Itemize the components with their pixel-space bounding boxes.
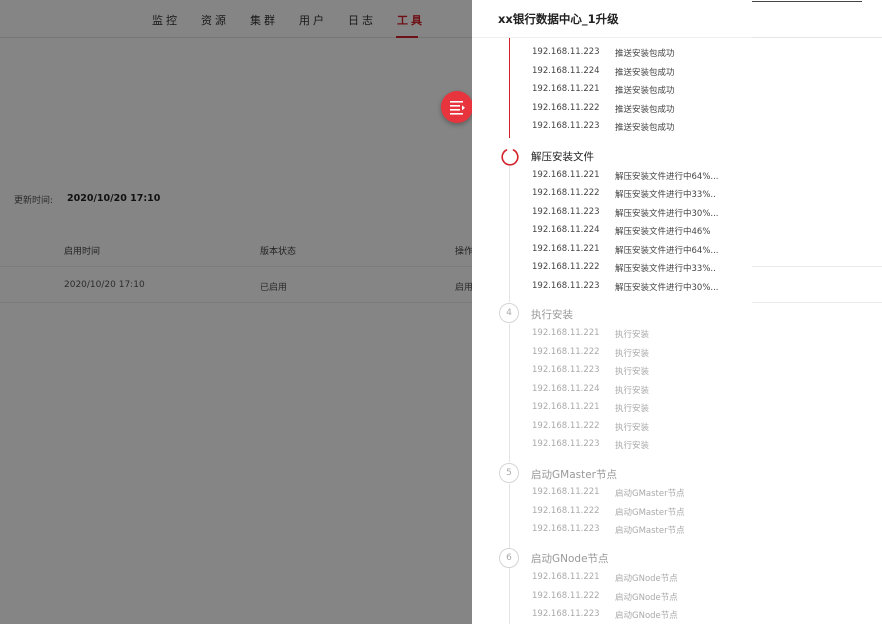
install-entry-status: 执行安装 [615,367,650,377]
step-number-6: 6 [499,548,519,568]
push-entry-status: 推送安装包成功 [615,86,675,96]
install-entry-ip: 192.168.11.223 [532,439,600,449]
upgrade-progress-drawer: xx银行数据中心_1升级 192.168.11.223 推送安装包成功 192.… [472,0,752,624]
gmaster-entry-status: 启动GMaster节点 [615,489,685,499]
push-entry-status: 推送安装包成功 [615,123,675,133]
install-entry-status: 执行安装 [615,386,650,396]
install-entry-ip: 192.168.11.221 [532,402,600,412]
install-entry-ip: 192.168.11.224 [532,384,600,394]
step-title-decompress: 解压安装文件 [531,151,594,163]
timeline-connector [509,568,510,624]
gnode-entry-ip: 192.168.11.221 [532,572,600,582]
step-title-start-gmaster: 启动GMaster节点 [531,469,617,481]
push-entry-status: 推送安装包成功 [615,49,675,59]
divider [752,1,862,2]
drawer-title-divider [472,37,752,38]
drawer-title: xx银行数据中心_1升级 [498,12,619,26]
timeline-connector-completed [509,38,510,138]
drawer-toggle-button[interactable] [441,91,473,123]
decompress-entry-ip: 192.168.11.222 [532,188,600,198]
decompress-entry-status: 解压安装文件进行中64%... [615,172,719,182]
push-entry-ip: 192.168.11.223 [532,121,600,131]
spinner-icon [501,149,519,166]
push-entry-ip: 192.168.11.221 [532,84,600,94]
decompress-entry-status: 解压安装文件进行中30%... [615,209,719,219]
install-entry-ip: 192.168.11.222 [532,421,600,431]
timeline-connector [509,484,510,548]
decompress-entry-status: 解压安装文件进行中33%.. [615,264,716,274]
gnode-entry-ip: 192.168.11.223 [532,609,600,619]
decompress-entry-status: 解压安装文件进行中30%... [615,283,719,293]
list-collapse-icon [450,101,465,115]
install-entry-status: 执行安装 [615,423,650,433]
timeline-connector [509,324,510,462]
decompress-entry-ip: 192.168.11.223 [532,207,600,217]
timeline-connector [509,166,510,302]
decompress-entry-status: 解压安装文件进行中33%.. [615,190,716,200]
decompress-entry-ip: 192.168.11.221 [532,170,600,180]
decompress-entry-status: 解压安装文件进行中64%... [615,246,719,256]
gmaster-entry-status: 启动GMaster节点 [615,508,685,518]
step-number-5: 5 [499,463,519,483]
push-entry-ip: 192.168.11.223 [532,47,600,57]
gmaster-entry-ip: 192.168.11.221 [532,487,600,497]
decompress-entry-status: 解压安装文件进行中46% [615,227,711,237]
push-entry-ip: 192.168.11.224 [532,66,600,76]
push-entry-status: 推送安装包成功 [615,68,675,78]
install-entry-status: 执行安装 [615,404,650,414]
install-entry-ip: 192.168.11.223 [532,365,600,375]
gmaster-entry-status: 启动GMaster节点 [615,526,685,536]
install-entry-ip: 192.168.11.222 [532,347,600,357]
gnode-entry-status: 启动GNode节点 [615,593,678,603]
gnode-entry-ip: 192.168.11.222 [532,591,600,601]
step-title-execute-install: 执行安装 [531,309,573,321]
gnode-entry-status: 启动GNode节点 [615,574,678,584]
step-title-start-gnode: 启动GNode节点 [531,553,609,565]
decompress-entry-ip: 192.168.11.221 [532,244,600,254]
install-entry-status: 执行安装 [615,330,650,340]
install-entry-status: 执行安装 [615,349,650,359]
install-entry-ip: 192.168.11.221 [532,328,600,338]
push-entry-status: 推送安装包成功 [615,105,675,115]
gnode-entry-status: 启动GNode节点 [615,611,678,621]
gmaster-entry-ip: 192.168.11.223 [532,524,600,534]
decompress-entry-ip: 192.168.11.222 [532,262,600,272]
install-entry-status: 执行安装 [615,441,650,451]
step-number-4: 4 [499,303,519,323]
decompress-entry-ip: 192.168.11.224 [532,225,600,235]
gmaster-entry-ip: 192.168.11.222 [532,506,600,516]
decompress-entry-ip: 192.168.11.223 [532,281,600,291]
modal-overlay[interactable] [0,0,472,624]
push-entry-ip: 192.168.11.222 [532,103,600,113]
